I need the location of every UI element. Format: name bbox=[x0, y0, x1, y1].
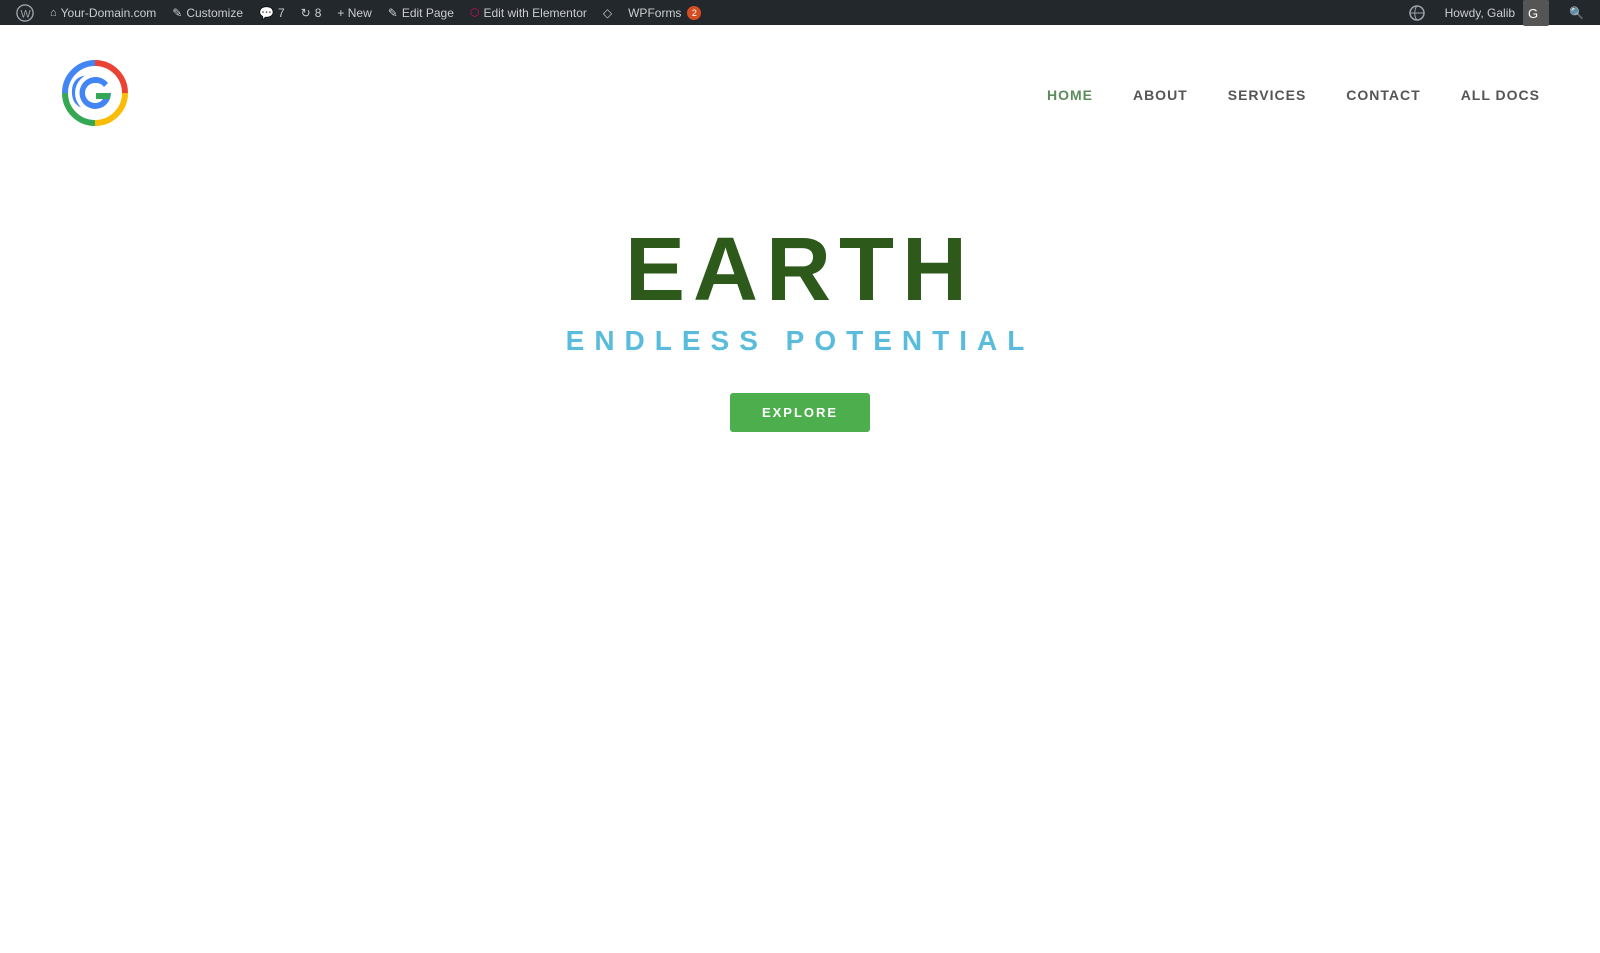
site-nav: HOME ABOUT SERVICES CONTACT ALL DOCS bbox=[1047, 87, 1540, 103]
diamond-icon: ◇ bbox=[603, 6, 612, 20]
nav-all-docs[interactable]: ALL DOCS bbox=[1461, 87, 1540, 103]
wpml-icon[interactable] bbox=[1401, 5, 1433, 21]
customize-icon: ✎ bbox=[172, 6, 182, 20]
home-icon: ⌂ bbox=[50, 7, 57, 19]
howdy-button[interactable]: Howdy, Galib G bbox=[1437, 0, 1557, 26]
diamond-icon-item[interactable]: ◇ bbox=[595, 0, 620, 25]
hero-section: EARTH ENDLESS POTENTIAL EXPLORE bbox=[0, 165, 1600, 432]
svg-text:W: W bbox=[21, 8, 32, 20]
wp-logo-button[interactable]: W bbox=[8, 0, 42, 25]
admin-bar: W ⌂ Your-Domain.com ✎ Customize 💬 7 ↻ 8 … bbox=[0, 0, 1600, 25]
comments-icon: 💬 bbox=[259, 6, 274, 20]
updates-button[interactable]: ↻ 8 bbox=[293, 0, 330, 25]
hero-title: EARTH bbox=[625, 225, 975, 315]
site-logo[interactable]: G bbox=[60, 58, 130, 133]
nav-contact[interactable]: CONTACT bbox=[1346, 87, 1420, 103]
nav-about[interactable]: ABOUT bbox=[1133, 87, 1188, 103]
search-icon: 🔍 bbox=[1569, 6, 1584, 20]
nav-services[interactable]: SERVICES bbox=[1228, 87, 1307, 103]
comments-button[interactable]: 💬 7 bbox=[251, 0, 293, 25]
explore-button[interactable]: EXPLORE bbox=[730, 393, 870, 432]
nav-home[interactable]: HOME bbox=[1047, 87, 1093, 103]
site-name-button[interactable]: ⌂ Your-Domain.com bbox=[42, 0, 164, 25]
edit-icon: ✎ bbox=[388, 6, 398, 20]
svg-text:G: G bbox=[1528, 6, 1538, 21]
search-button[interactable]: 🔍 bbox=[1561, 6, 1592, 20]
hero-subtitle: ENDLESS POTENTIAL bbox=[566, 325, 1035, 357]
edit-page-button[interactable]: ✎ Edit Page bbox=[380, 0, 462, 25]
wpforms-badge: 2 bbox=[687, 6, 701, 20]
new-content-button[interactable]: + New bbox=[329, 0, 379, 25]
admin-bar-right: Howdy, Galib G 🔍 bbox=[1401, 0, 1592, 26]
elementor-icon: ⬡ bbox=[470, 6, 480, 19]
site-header: G HOME ABOUT SERVICES CONTACT ALL DOCS bbox=[0, 25, 1600, 165]
updates-icon: ↻ bbox=[301, 6, 311, 20]
customize-button[interactable]: ✎ Customize bbox=[164, 0, 251, 25]
wpforms-button[interactable]: WPForms 2 bbox=[620, 0, 709, 25]
elementor-button[interactable]: ⬡ Edit with Elementor bbox=[462, 0, 595, 25]
